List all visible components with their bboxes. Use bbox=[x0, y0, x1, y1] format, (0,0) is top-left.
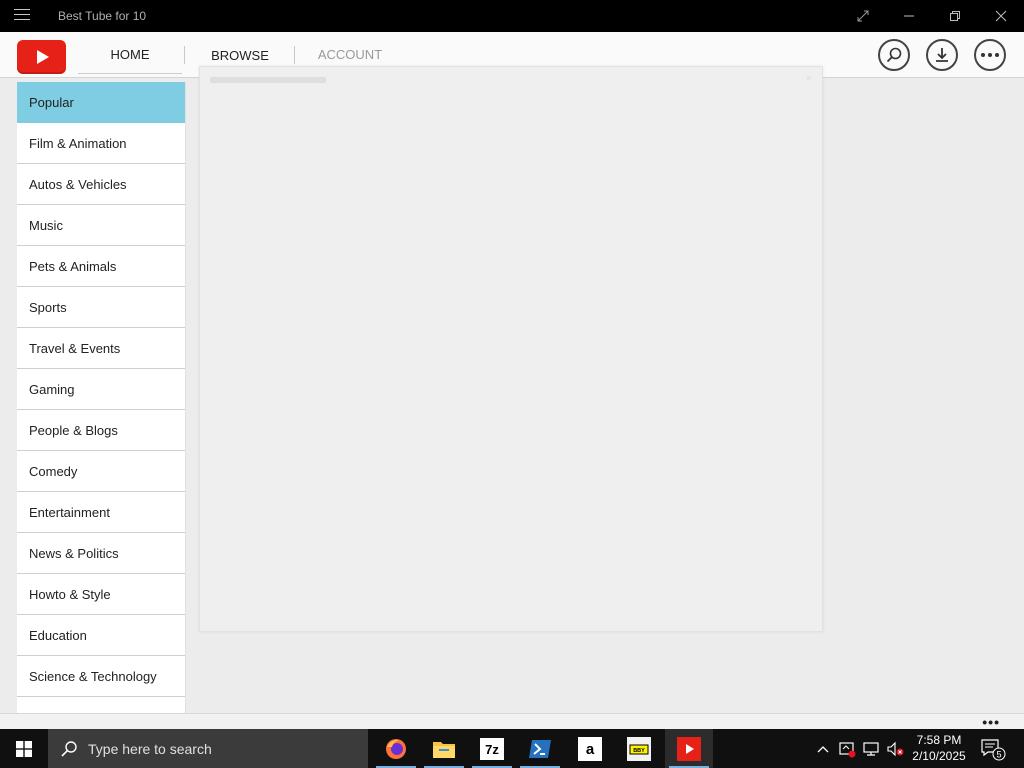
search-button[interactable] bbox=[878, 39, 910, 71]
7zip-icon: 7z bbox=[480, 737, 504, 760]
svg-text:BBY: BBY bbox=[633, 748, 645, 754]
svg-text:7z: 7z bbox=[485, 742, 499, 757]
fullscreen-button[interactable] bbox=[840, 0, 886, 32]
title-bar: Best Tube for 10 bbox=[0, 0, 1024, 32]
sidebar-item-music[interactable]: Music bbox=[17, 205, 185, 246]
clock-date: 2/10/2025 bbox=[912, 749, 966, 763]
hamburger-menu-icon[interactable] bbox=[14, 9, 30, 23]
powershell-icon bbox=[529, 739, 551, 758]
search-icon bbox=[886, 47, 902, 63]
downloads-button[interactable] bbox=[926, 39, 958, 71]
sidebar-item-news-politics[interactable]: News & Politics bbox=[17, 533, 185, 574]
taskbar-7zip[interactable]: 7z bbox=[468, 729, 516, 768]
download-icon bbox=[936, 48, 948, 62]
tray-network[interactable] bbox=[860, 729, 882, 768]
sidebar-item-entertainment[interactable]: Entertainment bbox=[17, 492, 185, 533]
network-icon bbox=[863, 741, 879, 756]
svg-text:a: a bbox=[586, 741, 595, 758]
start-button[interactable] bbox=[0, 729, 48, 768]
sidebar-item-travel-events[interactable]: Travel & Events bbox=[17, 328, 185, 369]
firefox-icon bbox=[386, 738, 406, 759]
sidebar-item-people-blogs[interactable]: People & Blogs bbox=[17, 410, 185, 451]
app-command-bar: ••• bbox=[0, 713, 1024, 730]
sidebar-item-howto-style[interactable]: Howto & Style bbox=[17, 574, 185, 615]
more-options-button[interactable] bbox=[974, 39, 1006, 71]
taskbar-firefox[interactable] bbox=[372, 729, 420, 768]
sidebar-item-gaming[interactable]: Gaming bbox=[17, 369, 185, 410]
best-tube-icon bbox=[677, 736, 701, 761]
amazon-icon: a bbox=[578, 736, 602, 761]
tray-volume[interactable] bbox=[884, 729, 906, 768]
chevron-up-icon bbox=[817, 745, 829, 752]
tab-home[interactable]: HOME bbox=[78, 36, 182, 74]
minimize-icon bbox=[904, 15, 914, 17]
tab-divider bbox=[294, 46, 295, 64]
search-icon bbox=[61, 740, 77, 757]
youtube-logo-icon[interactable] bbox=[17, 40, 66, 74]
taskbar-search-box[interactable]: Type here to search bbox=[48, 729, 368, 768]
close-icon bbox=[995, 10, 1007, 22]
more-icon bbox=[981, 53, 999, 57]
windows-logo-icon bbox=[16, 740, 32, 757]
window-title: Best Tube for 10 bbox=[58, 9, 147, 23]
taskbar-clock[interactable]: 7:58 PM 2/10/2025 bbox=[906, 732, 972, 764]
taskbar-bestbuy[interactable]: BBY bbox=[615, 729, 663, 768]
clock-time: 7:58 PM bbox=[916, 733, 962, 747]
notification-icon: 5 bbox=[981, 738, 1006, 760]
taskbar-file-explorer[interactable] bbox=[420, 729, 468, 768]
restore-button[interactable] bbox=[932, 0, 978, 32]
sidebar-item-film-animation[interactable]: Film & Animation bbox=[17, 123, 185, 164]
sidebar-item-popular[interactable]: Popular bbox=[17, 82, 185, 123]
close-button[interactable] bbox=[978, 0, 1024, 32]
svg-text:5: 5 bbox=[996, 749, 1001, 759]
sidebar-item-sports[interactable]: Sports bbox=[17, 287, 185, 328]
taskbar: Type here to search 7z a BBY 7:58 PM 2/1… bbox=[0, 729, 1024, 768]
show-hidden-icons-button[interactable] bbox=[814, 729, 832, 768]
search-placeholder: Type here to search bbox=[88, 740, 212, 757]
app-bar-more-icon[interactable]: ••• bbox=[982, 714, 1000, 730]
sidebar-item-science-technology[interactable]: Science & Technology bbox=[17, 656, 185, 697]
bestbuy-icon: BBY bbox=[627, 736, 651, 761]
panel-header-placeholder bbox=[210, 75, 326, 87]
panel-close-icon[interactable]: × bbox=[806, 73, 812, 85]
minimize-button[interactable] bbox=[886, 0, 932, 32]
restore-icon bbox=[950, 11, 960, 21]
content-panel: × bbox=[199, 66, 823, 632]
taskbar-powershell[interactable] bbox=[516, 729, 564, 768]
sidebar-item-education[interactable]: Education bbox=[17, 615, 185, 656]
file-explorer-icon bbox=[433, 741, 455, 758]
action-center-button[interactable]: 5 bbox=[978, 729, 1008, 768]
tray-windows-security[interactable] bbox=[836, 729, 858, 768]
expand-icon bbox=[857, 10, 869, 22]
sidebar-item-autos-vehicles[interactable]: Autos & Vehicles bbox=[17, 164, 185, 205]
sidebar-item-comedy[interactable]: Comedy bbox=[17, 451, 185, 492]
taskbar-best-tube[interactable] bbox=[665, 729, 713, 768]
sidebar-item-partial[interactable] bbox=[17, 697, 185, 713]
category-sidebar: Popular Film & Animation Autos & Vehicle… bbox=[17, 82, 186, 713]
taskbar-amazon[interactable]: a bbox=[566, 729, 614, 768]
volume-muted-icon bbox=[887, 741, 904, 756]
sidebar-item-pets-animals[interactable]: Pets & Animals bbox=[17, 246, 185, 287]
tab-divider bbox=[184, 46, 185, 64]
security-icon bbox=[839, 741, 856, 757]
